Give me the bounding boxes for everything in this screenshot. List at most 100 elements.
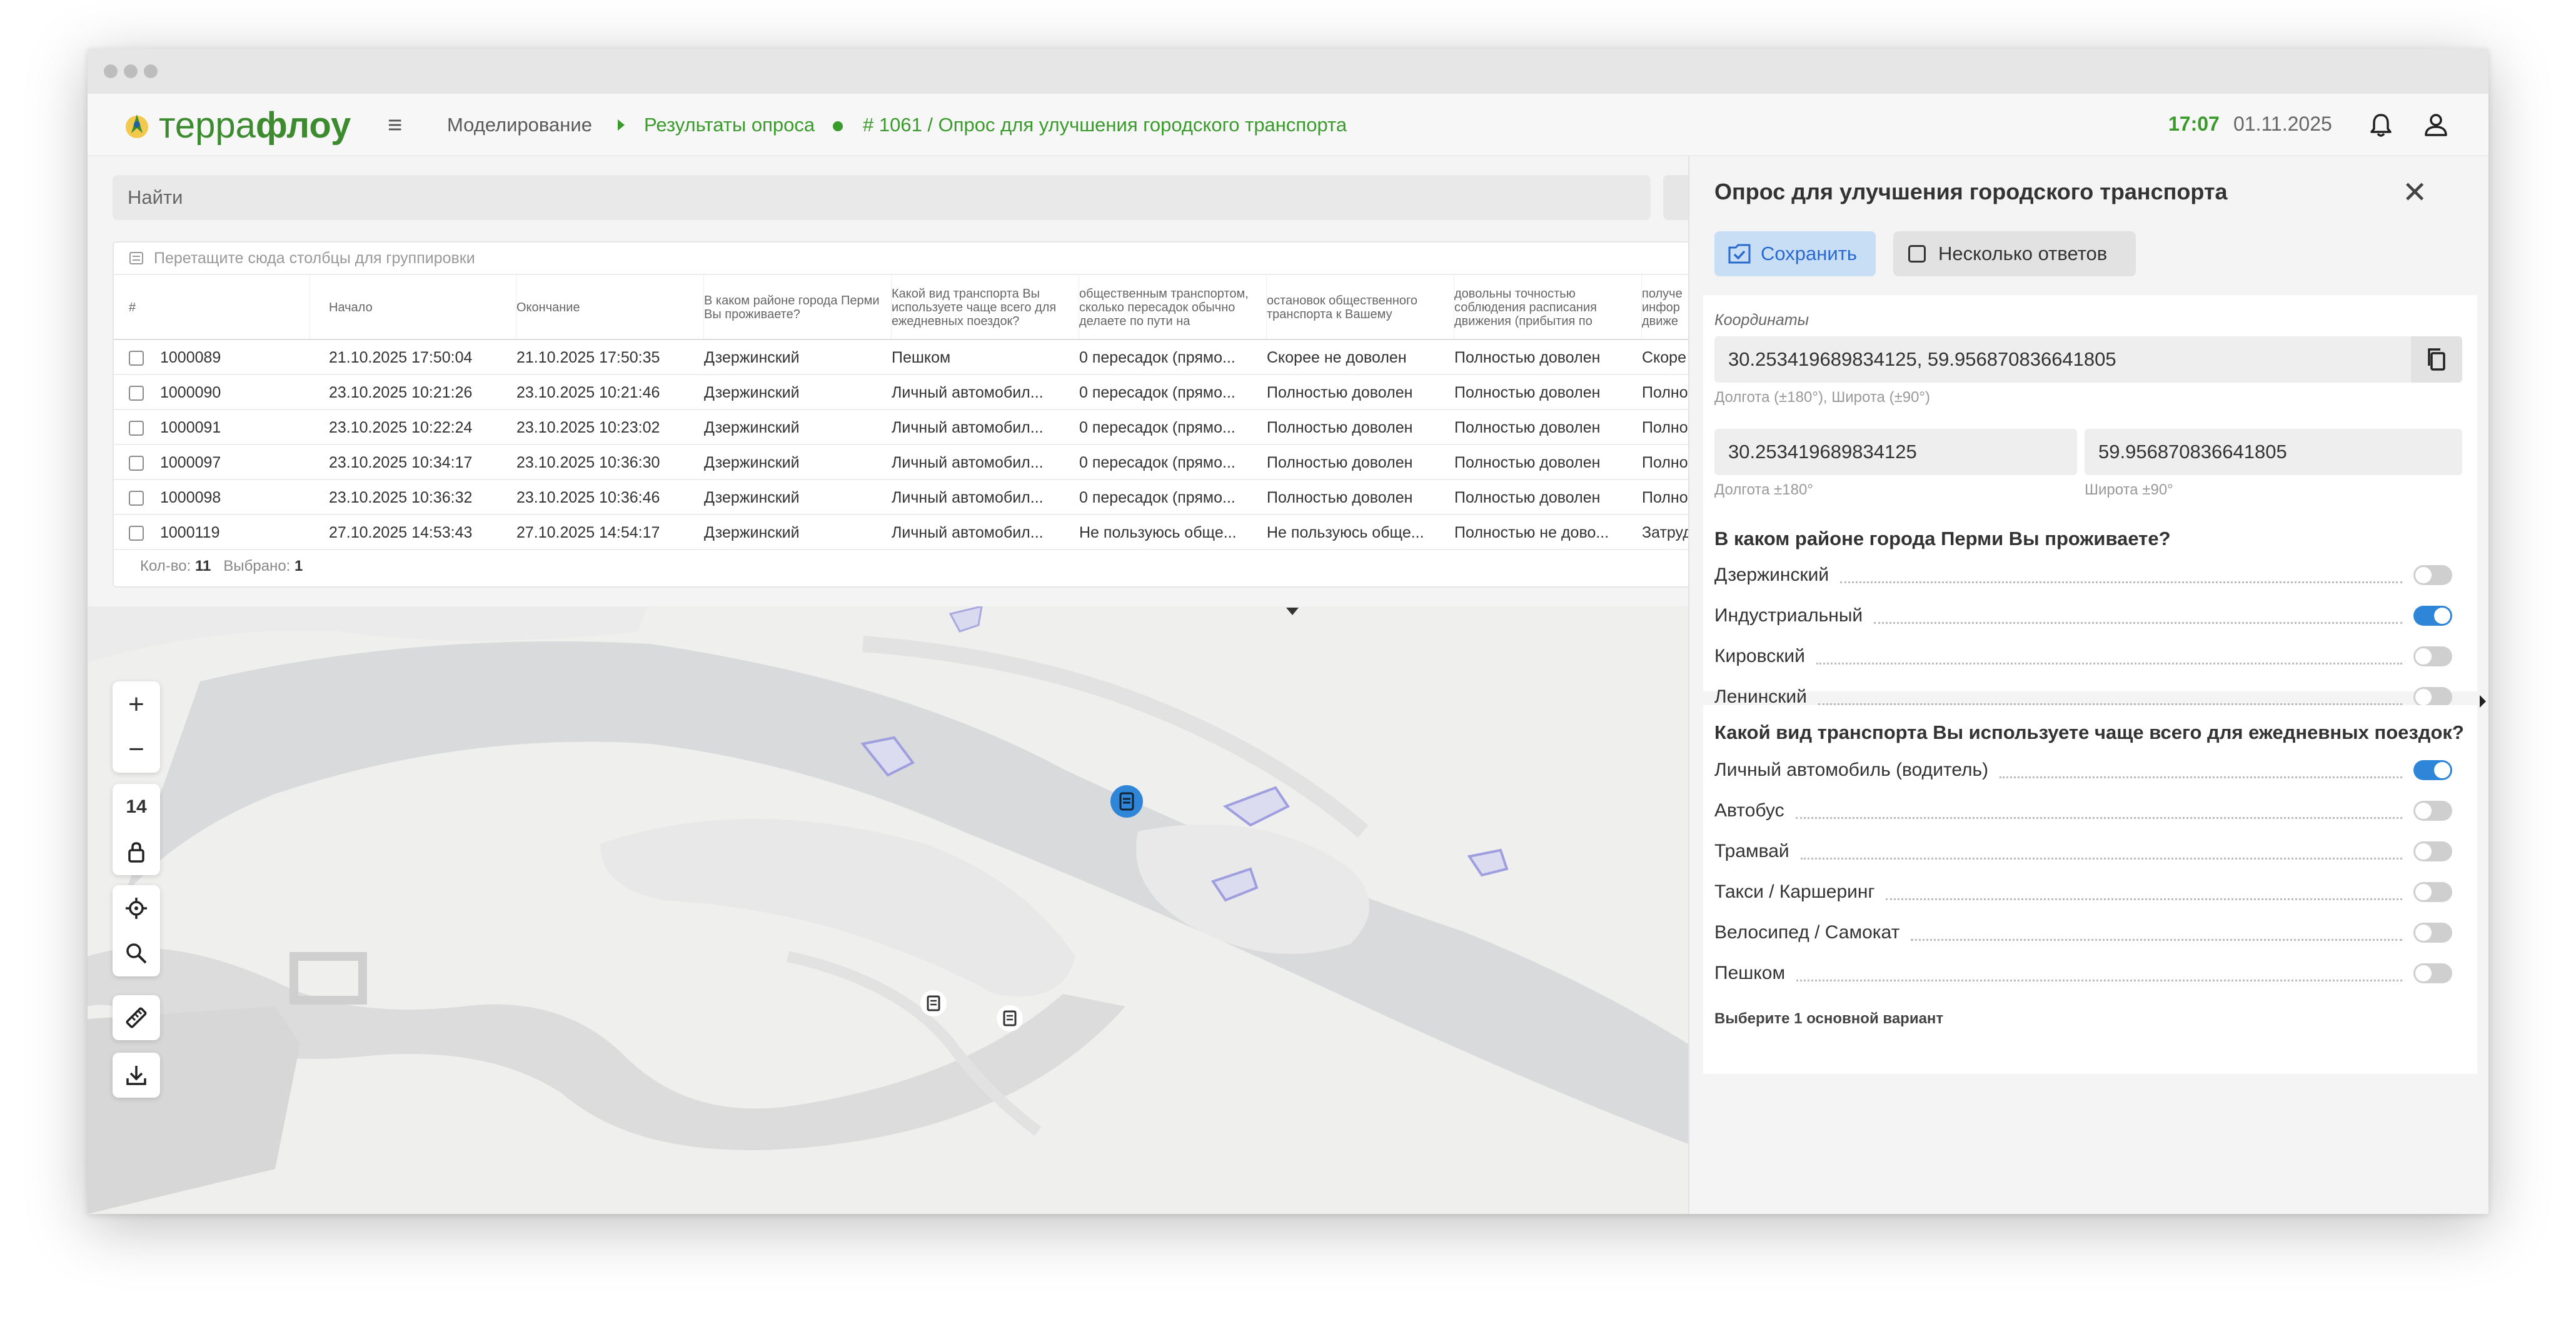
option-toggle[interactable] [2413, 646, 2452, 666]
zoom-out-button[interactable]: − [113, 727, 160, 772]
map-view[interactable]: + − 14 [88, 606, 1688, 1214]
option-label: Ленинский [1714, 686, 1807, 707]
logo-icon [126, 114, 148, 138]
column-header-schedule[interactable]: довольны точностью соблюдения расписания… [1454, 275, 1642, 339]
cell-transfers: 0 пересадок (прямо... [1079, 419, 1235, 436]
breadcrumb-dot-icon [833, 121, 843, 131]
option-row[interactable]: Индустриальный [1714, 603, 2452, 628]
collapse-panel-arrow-icon[interactable] [1285, 606, 1300, 616]
expand-panel-arrow-icon[interactable] [2478, 694, 2487, 709]
breadcrumb-modeling[interactable]: Моделирование [447, 114, 592, 136]
header-date: 01.11.2025 [2233, 113, 2332, 135]
user-icon[interactable] [2421, 110, 2451, 140]
hamburger-menu-icon[interactable]: ≡ [388, 111, 402, 139]
locate-button[interactable] [113, 886, 160, 931]
group-bar[interactable]: Перетащите сюда столбцы для группировки [114, 243, 1699, 275]
zoom-in-button[interactable]: + [113, 682, 160, 727]
option-toggle[interactable] [2413, 565, 2452, 585]
map-search-button[interactable] [113, 931, 160, 976]
option-toggle[interactable] [2413, 801, 2452, 821]
option-row[interactable]: Пешком [1714, 961, 2452, 986]
option-label: Личный автомобиль (водитель) [1714, 760, 1989, 780]
option-row[interactable]: Личный автомобиль (водитель) [1714, 758, 2452, 783]
survey-marker-selected-icon[interactable] [1109, 784, 1144, 819]
column-header-id[interactable]: # [129, 275, 310, 339]
cell-end: 21.10.2025 17:50:35 [516, 349, 660, 366]
table-row[interactable]: 1000098 23.10.2025 10:36:32 23.10.2025 1… [114, 480, 1699, 515]
row-checkbox[interactable] [129, 386, 144, 401]
survey-marker-icon[interactable] [919, 989, 948, 1018]
window-titlebar [88, 49, 2488, 94]
option-row[interactable]: Кировский [1714, 644, 2452, 669]
column-header-start[interactable]: Начало [329, 275, 516, 339]
save-button[interactable]: Сохранить [1714, 231, 1876, 276]
option-toggle[interactable] [2413, 687, 2452, 707]
column-header-stops[interactable]: остановок общественного транспорта к Ваш… [1267, 275, 1454, 339]
row-checkbox[interactable] [129, 491, 144, 506]
close-icon[interactable]: ✕ [2402, 175, 2427, 210]
column-header-transfers[interactable]: общественным транспортом, сколько переса… [1079, 275, 1267, 339]
multiple-answers-checkbox[interactable] [1908, 245, 1926, 263]
option-row[interactable]: Трамвай [1714, 839, 2452, 864]
longitude-field[interactable]: 30.253419689834125 [1714, 429, 2077, 475]
option-toggle[interactable] [2413, 606, 2452, 626]
app-window: террафлоу ≡ Моделирование Результаты опр… [88, 49, 2488, 1214]
survey-response-panel: Опрос для улучшения городского транспорт… [1688, 156, 2488, 1214]
toggle-knob [2415, 965, 2432, 981]
column-header-end[interactable]: Окончание [516, 275, 704, 339]
table-row[interactable]: 1000097 23.10.2025 10:34:17 23.10.2025 1… [114, 445, 1699, 480]
option-toggle[interactable] [2413, 841, 2452, 861]
window-close-dot[interactable] [104, 64, 118, 78]
option-toggle[interactable] [2413, 760, 2452, 780]
survey-marker-icon[interactable] [995, 1004, 1024, 1033]
results-table: Перетащите сюда столбцы для группировки … [113, 241, 1701, 588]
breadcrumb-survey-results[interactable]: Результаты опроса [644, 114, 815, 136]
window-maximize-dot[interactable] [144, 64, 158, 78]
table-row[interactable]: 1000119 27.10.2025 14:53:43 27.10.2025 1… [114, 515, 1699, 550]
bell-icon[interactable] [2366, 110, 2396, 140]
search-placeholder: Найти [128, 186, 183, 208]
cell-district: Дзержинский [704, 349, 800, 366]
table-row[interactable]: 1000089 21.10.2025 17:50:04 21.10.2025 1… [114, 340, 1699, 375]
cell-schedule: Полностью доволен [1454, 384, 1601, 401]
column-header-transport[interactable]: Какой вид транспорта Вы используете чаще… [892, 275, 1079, 339]
row-checkbox[interactable] [129, 421, 144, 436]
coordinates-and-district-card: Координаты 30.253419689834125, 59.956870… [1703, 295, 2477, 829]
window-minimize-dot[interactable] [124, 64, 138, 78]
option-toggle[interactable] [2413, 882, 2452, 902]
option-row[interactable]: Автобус [1714, 798, 2452, 823]
option-row[interactable]: Велосипед / Самокат [1714, 920, 2452, 945]
option-row[interactable]: Такси / Каршеринг [1714, 880, 2452, 905]
cell-stops: Полностью доволен [1267, 489, 1413, 506]
table-row[interactable]: 1000091 23.10.2025 10:22:24 23.10.2025 1… [114, 410, 1699, 445]
cell-end: 23.10.2025 10:21:46 [516, 384, 660, 401]
coordinates-field[interactable]: 30.253419689834125, 59.956870836641805 [1714, 336, 2462, 383]
search-input[interactable]: Найти [113, 175, 1651, 220]
latitude-field[interactable]: 59.956870836641805 [2085, 429, 2462, 475]
column-header-district[interactable]: В каком районе города Перми Вы проживает… [704, 275, 892, 339]
row-checkbox[interactable] [129, 351, 144, 366]
cell-start: 23.10.2025 10:36:32 [329, 489, 473, 506]
multiple-answers-toggle[interactable]: Несколько ответов [1893, 231, 2136, 276]
ruler-control [113, 995, 160, 1040]
option-row[interactable]: Дзержинский [1714, 563, 2452, 588]
zoom-level: 14 [126, 796, 147, 817]
copy-coordinates-button[interactable] [2411, 336, 2462, 383]
cell-end: 23.10.2025 10:23:02 [516, 419, 660, 436]
table-row[interactable]: 1000090 23.10.2025 10:21:26 23.10.2025 1… [114, 375, 1699, 410]
option-leader [1911, 925, 2402, 941]
lock-zoom-button[interactable] [113, 830, 160, 875]
option-label: Такси / Каршеринг [1714, 881, 1875, 902]
row-checkbox[interactable] [129, 456, 144, 471]
cell-stops: Не пользуюсь обще... [1267, 524, 1424, 541]
option-toggle[interactable] [2413, 923, 2452, 943]
ruler-button[interactable] [113, 995, 160, 1040]
download-button[interactable] [113, 1053, 160, 1098]
option-toggle[interactable] [2413, 963, 2452, 983]
logo[interactable]: террафлоу [120, 104, 351, 146]
count-label: Кол-во: [140, 558, 191, 574]
cell-district: Дзержинский [704, 454, 800, 471]
cell-start: 23.10.2025 10:34:17 [329, 454, 473, 471]
toggle-knob [2415, 689, 2432, 705]
row-checkbox[interactable] [129, 526, 144, 541]
